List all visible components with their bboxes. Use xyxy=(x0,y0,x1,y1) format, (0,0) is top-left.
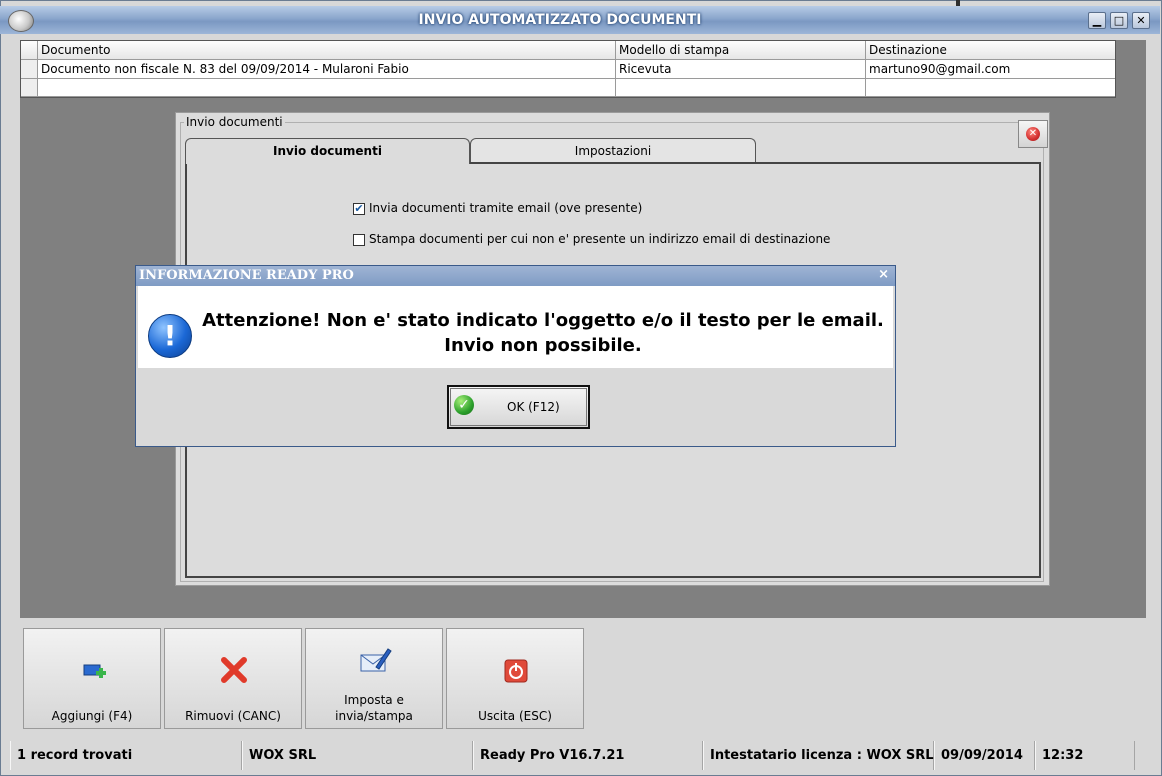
row-selector[interactable] xyxy=(21,79,38,97)
panel-close-button[interactable]: ✕ xyxy=(1018,120,1048,148)
maximize-button[interactable]: □ xyxy=(1110,12,1128,29)
table-cell-documento[interactable] xyxy=(38,79,616,97)
remove-button-label: Rimuovi (CANC) xyxy=(185,709,281,723)
ok-button[interactable]: ✓ OK (F12) xyxy=(447,385,590,429)
add-button-label: Aggiungi (F4) xyxy=(51,709,133,723)
setup-send-label-line2: invia/stampa xyxy=(335,709,413,723)
table-cell-modello[interactable] xyxy=(616,79,866,97)
groupbox-title: Invio documenti xyxy=(184,115,285,129)
table-cell-destinazione[interactable] xyxy=(866,79,1115,97)
close-window-button[interactable]: ✕ xyxy=(1132,12,1150,29)
status-company: WOX SRL xyxy=(242,741,473,770)
check-icon: ✓ xyxy=(454,395,474,415)
email-send-label[interactable]: Invia documenti tramite email (ove prese… xyxy=(369,201,642,215)
table-cell-modello[interactable]: Ricevuta xyxy=(616,60,866,79)
remove-button[interactable]: Rimuovi (CANC) xyxy=(164,628,302,729)
info-exclamation-icon: ! xyxy=(148,314,192,358)
close-icon: ✕ xyxy=(1026,127,1040,141)
print-missing-email-label[interactable]: Stampa documenti per cui non e' presente… xyxy=(369,232,830,246)
status-version: Ready Pro V16.7.21 xyxy=(473,741,703,770)
status-license: Intestatario licenza : WOX SRL xyxy=(703,741,934,770)
print-missing-email-checkbox[interactable] xyxy=(353,234,365,246)
remove-x-icon xyxy=(221,657,247,683)
window-title: INVIO AUTOMATIZZATO DOCUMENTI xyxy=(418,12,702,28)
status-bar: 1 record trovati WOX SRL Ready Pro V16.7… xyxy=(10,741,1135,770)
row-selector-header xyxy=(21,41,38,60)
envelope-pen-icon xyxy=(360,648,392,672)
status-date: 09/09/2014 xyxy=(934,741,1035,770)
row-selector[interactable] xyxy=(21,60,38,79)
setup-send-button[interactable]: Imposta e invia/stampa xyxy=(305,628,443,729)
dialog-message-line2: Invio non possibile. xyxy=(444,335,642,356)
column-header-documento[interactable]: Documento xyxy=(38,41,616,60)
add-icon xyxy=(83,664,106,678)
tab-invio-documenti[interactable]: Invio documenti xyxy=(185,138,470,164)
table-cell-destinazione[interactable]: martuno90@gmail.com xyxy=(866,60,1115,79)
dialog-message-area: ! Attenzione! Non e' stato indicato l'og… xyxy=(138,286,893,368)
setup-send-label-line1: Imposta e xyxy=(344,693,404,707)
dialog-message: Attenzione! Non e' stato indicato l'ogge… xyxy=(198,308,888,358)
exit-button-label: Uscita (ESC) xyxy=(478,709,552,723)
exit-power-icon xyxy=(504,659,528,683)
ok-button-label: OK (F12) xyxy=(507,400,560,414)
table-cell-documento[interactable]: Documento non fiscale N. 83 del 09/09/20… xyxy=(38,60,616,79)
information-dialog: INFORMAZIONE READY PRO × ! Attenzione! N… xyxy=(135,265,896,447)
exit-button[interactable]: Uscita (ESC) xyxy=(446,628,584,729)
documents-grid[interactable]: Documento Modello di stampa Destinazione… xyxy=(20,40,1116,98)
grid-side-area xyxy=(1116,40,1146,98)
status-time: 12:32 xyxy=(1035,741,1135,770)
tab-impostazioni[interactable]: Impostazioni xyxy=(470,138,756,162)
status-records: 1 record trovati xyxy=(10,741,242,770)
column-header-destinazione[interactable]: Destinazione xyxy=(866,41,1115,60)
add-button[interactable]: Aggiungi (F4) xyxy=(23,628,161,729)
setup-send-label: Imposta e invia/stampa xyxy=(306,692,442,724)
email-send-checkbox[interactable]: ✔ xyxy=(353,203,365,215)
dialog-title[interactable]: INFORMAZIONE READY PRO xyxy=(136,266,895,286)
minimize-button[interactable]: ▁ xyxy=(1088,12,1106,29)
column-header-modello[interactable]: Modello di stampa xyxy=(616,41,866,60)
dialog-close-button[interactable]: × xyxy=(878,267,889,282)
dialog-message-line1: Attenzione! Non e' stato indicato l'ogge… xyxy=(202,310,884,331)
